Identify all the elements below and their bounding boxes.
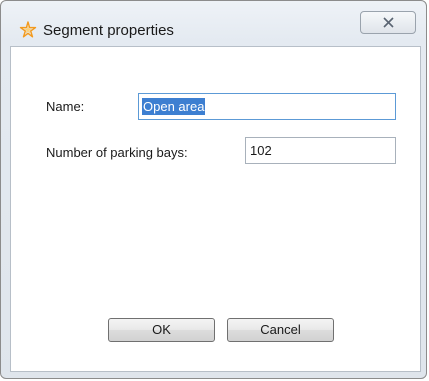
ok-button[interactable]: OK [108, 318, 215, 342]
segment-properties-dialog: Segment properties Name: Open area Numbe… [0, 0, 427, 379]
name-field-value: Open area [142, 98, 206, 115]
dialog-title: Segment properties [43, 22, 174, 39]
name-label: Name: [46, 99, 85, 114]
parking-bays-value: 102 [250, 143, 272, 158]
star-icon [19, 21, 37, 39]
name-field[interactable]: Open area [138, 93, 396, 120]
close-icon [383, 17, 394, 28]
parking-bays-field[interactable]: 102 [245, 137, 396, 164]
cancel-button[interactable]: Cancel [227, 318, 334, 342]
title-bar[interactable]: Segment properties [1, 1, 426, 43]
dialog-content: Name: Open area Number of parking bays: … [10, 46, 421, 372]
close-button[interactable] [360, 11, 416, 34]
parking-bays-label: Number of parking bays: [46, 145, 188, 160]
